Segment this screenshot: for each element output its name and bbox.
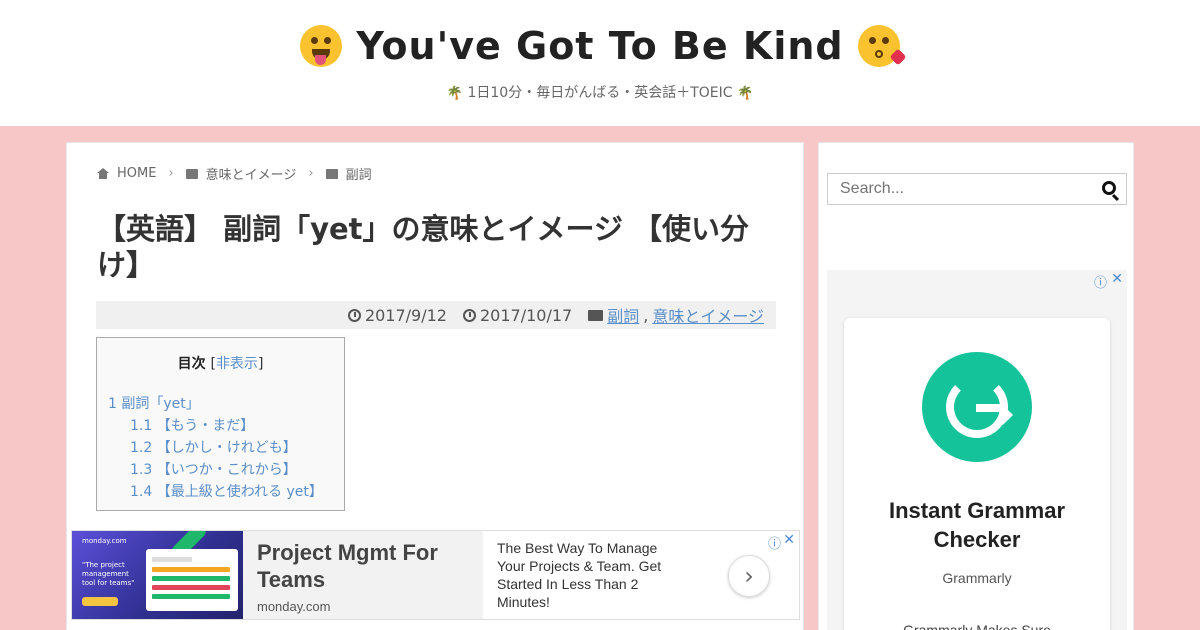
ad-domain: monday.com xyxy=(257,599,331,614)
breadcrumb: HOME › 意味とイメージ › 副詞 xyxy=(97,164,372,183)
post-meta: 2017/9/12 2017/10/17 副詞, 意味とイメージ xyxy=(96,301,776,329)
toc-item[interactable]: 1.3 【いつか・これから】 xyxy=(108,459,344,481)
clock-icon xyxy=(347,308,361,322)
updated-date: 2017/10/17 xyxy=(462,305,573,325)
grammarly-logo-icon xyxy=(922,352,1032,462)
search-box xyxy=(827,173,1127,205)
published-date-text: 2017/9/12 xyxy=(364,305,447,325)
site-title[interactable]: You've Got To Be Kind xyxy=(0,24,1200,68)
sidebar-ad-brand: Grammarly xyxy=(942,570,1012,586)
breadcrumb-item-subcategory[interactable]: 副詞 xyxy=(346,164,372,183)
toc-item[interactable]: 1.1 【もう・まだ】 xyxy=(108,415,344,437)
breadcrumb-item-home[interactable]: HOME xyxy=(117,166,156,181)
updated-date-text: 2017/10/17 xyxy=(479,305,573,325)
ad-thumbnail-image[interactable]: monday.com "The project management tool … xyxy=(72,531,243,619)
sidebar-ad-card[interactable]: Instant Grammar Checker Grammarly Gramma… xyxy=(844,318,1110,630)
category-separator: , xyxy=(643,305,649,325)
post-categories: 副詞, 意味とイメージ xyxy=(588,303,764,327)
site-header: You've Got To Be Kind 🌴 1日10分・毎日がんばる・英会話… xyxy=(0,0,1200,126)
toc-header: 目次 [非表示] xyxy=(97,353,344,373)
site-title-text[interactable]: You've Got To Be Kind xyxy=(356,24,843,68)
ad-thumb-spreadsheet xyxy=(146,549,238,611)
ad-close-icon[interactable]: ✕ xyxy=(1111,271,1123,287)
ad-description[interactable]: The Best Way To Manage Your Projects & T… xyxy=(483,531,683,619)
folder-icon xyxy=(185,168,198,179)
sidebar-ad-description: Grammarly Makes Sure xyxy=(903,622,1051,630)
toc-item[interactable]: 1 副詞「yet」 xyxy=(108,393,344,415)
ad-close-icon[interactable]: ✕ xyxy=(783,532,795,548)
sidebar: ⓘ ✕ Instant Grammar Checker Grammarly Gr… xyxy=(818,142,1134,630)
toc-title: 目次 xyxy=(177,356,206,372)
sidebar-ad-title[interactable]: Instant Grammar Checker xyxy=(844,496,1110,554)
search-input[interactable] xyxy=(828,174,1088,204)
breadcrumb-separator: › xyxy=(308,166,314,181)
breadcrumb-item-category[interactable]: 意味とイメージ xyxy=(206,164,297,183)
ad-thumb-quote: "The project management tool for teams" xyxy=(82,561,135,587)
published-date: 2017/9/12 xyxy=(347,305,447,325)
ad-thumb-cta xyxy=(82,597,118,606)
ad-headline-box[interactable]: Project Mgmt For Teams monday.com xyxy=(243,531,483,619)
kissing-face-emoji-icon xyxy=(857,25,907,67)
table-of-contents: 目次 [非表示] 1 副詞「yet」 1.1 【もう・まだ】 1.2 【しかし・… xyxy=(96,337,345,511)
toc-list: 1 副詞「yet」 1.1 【もう・まだ】 1.2 【しかし・けれども】 1.3… xyxy=(97,393,344,503)
article-card: HOME › 意味とイメージ › 副詞 【英語】 副詞「yet」の意味とイメージ… xyxy=(66,142,804,630)
toc-toggle: [非表示] xyxy=(210,356,264,372)
folder-icon xyxy=(588,309,604,321)
category-link-adverb[interactable]: 副詞 xyxy=(607,303,639,327)
site-tagline: 🌴 1日10分・毎日がんばる・英会話＋TOEIC 🌴 xyxy=(0,82,1200,102)
ad-info-icon[interactable]: ⓘ xyxy=(1094,272,1107,291)
tagline-text: 1日10分・毎日がんばる・英会話＋TOEIC xyxy=(467,85,733,101)
ad-headline[interactable]: Project Mgmt For Teams xyxy=(257,539,469,593)
ad-thumb-brand: monday.com xyxy=(82,537,127,545)
toc-hide-link[interactable]: 非表示 xyxy=(216,356,258,372)
post-title: 【英語】 副詞「yet」の意味とイメージ 【使い分け】 xyxy=(97,212,750,282)
ad-info-icon[interactable]: ⓘ xyxy=(768,533,781,552)
toc-item[interactable]: 1.2 【しかし・けれども】 xyxy=(108,437,344,459)
palm-tree-icon: 🌴 xyxy=(736,86,754,101)
banner-ad[interactable]: monday.com "The project management tool … xyxy=(71,530,800,620)
breadcrumb-separator: › xyxy=(168,166,174,181)
toc-item[interactable]: 1.4 【最上級と使われる yet】 xyxy=(108,481,344,503)
home-icon xyxy=(97,168,109,179)
category-link-meaning[interactable]: 意味とイメージ xyxy=(652,303,764,327)
history-icon xyxy=(462,308,476,322)
sidebar-ad[interactable]: ⓘ ✕ Instant Grammar Checker Grammarly Gr… xyxy=(827,270,1127,630)
winking-tongue-emoji-icon xyxy=(300,25,343,67)
search-icon[interactable] xyxy=(1102,181,1116,195)
palm-tree-icon: 🌴 xyxy=(446,86,464,101)
folder-icon xyxy=(325,168,338,179)
ad-next-arrow-button[interactable]: › xyxy=(728,555,770,597)
